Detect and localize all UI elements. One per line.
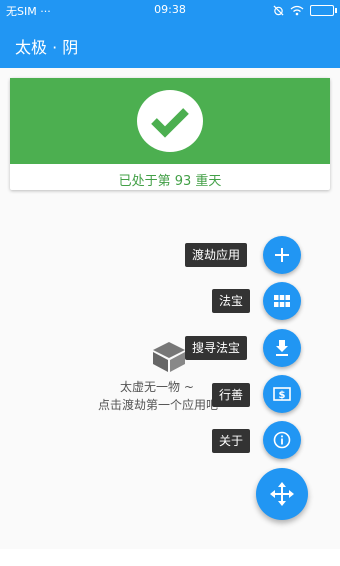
treasures-button[interactable] bbox=[263, 282, 301, 320]
fab-label-about[interactable]: 关于 bbox=[212, 429, 251, 453]
empty-title: 太虚无一物 ~ bbox=[120, 380, 194, 394]
main-fab-button[interactable] bbox=[256, 468, 308, 520]
info-icon bbox=[273, 431, 291, 449]
plus-icon bbox=[275, 248, 289, 262]
fab-label-treasures[interactable]: 法宝 bbox=[212, 289, 251, 313]
bottom-strip bbox=[0, 549, 340, 566]
alarm-off-icon bbox=[273, 4, 284, 16]
fab-label-donate[interactable]: 行善 bbox=[212, 383, 251, 407]
search-treasures-button[interactable] bbox=[263, 329, 301, 367]
status-text: 已处于第 93 重天 bbox=[118, 174, 222, 189]
download-icon bbox=[276, 340, 288, 356]
about-button[interactable] bbox=[263, 421, 301, 459]
move-arrows-icon bbox=[270, 482, 294, 506]
status-icons bbox=[273, 2, 337, 18]
status-bar: 无SIM ··· 09:38 bbox=[0, 0, 340, 20]
status-banner bbox=[10, 78, 330, 164]
donate-icon: $ bbox=[273, 387, 291, 401]
box-icon bbox=[150, 340, 188, 378]
app-title: 太极 · 阴 bbox=[15, 38, 79, 57]
status-card[interactable]: 已处于第 93 重天 bbox=[10, 78, 330, 190]
install-app-button[interactable] bbox=[263, 236, 301, 274]
grid-icon bbox=[274, 295, 290, 307]
check-icon bbox=[137, 90, 203, 152]
fab-label-search-treasures[interactable]: 搜寻法宝 bbox=[185, 336, 248, 360]
battery-icon bbox=[310, 4, 337, 16]
donate-button[interactable]: $ bbox=[263, 375, 301, 413]
svg-text:$: $ bbox=[279, 390, 286, 401]
wifi-icon bbox=[290, 5, 304, 15]
fab-label-install-app[interactable]: 渡劫应用 bbox=[185, 243, 248, 267]
app-bar: 太极 · 阴 bbox=[0, 20, 340, 68]
